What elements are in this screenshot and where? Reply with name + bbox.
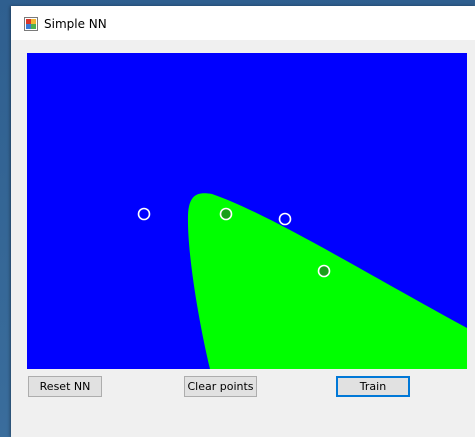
training-point-green[interactable] bbox=[219, 207, 233, 221]
training-point-green[interactable] bbox=[317, 264, 331, 278]
app-window: Simple NN Reset NN Clear points Train bbox=[11, 6, 475, 437]
training-point-blue[interactable] bbox=[137, 207, 151, 221]
train-button[interactable]: Train bbox=[336, 376, 410, 397]
title-bar[interactable]: Simple NN bbox=[11, 6, 475, 40]
reset-nn-button[interactable]: Reset NN bbox=[28, 376, 102, 397]
window-title: Simple NN bbox=[44, 17, 107, 31]
training-point-blue[interactable] bbox=[278, 212, 292, 226]
nn-decision-canvas[interactable] bbox=[27, 53, 467, 369]
clear-points-button[interactable]: Clear points bbox=[184, 376, 257, 397]
windows-forms-app-icon bbox=[24, 17, 38, 31]
client-area: Reset NN Clear points Train bbox=[11, 40, 475, 437]
